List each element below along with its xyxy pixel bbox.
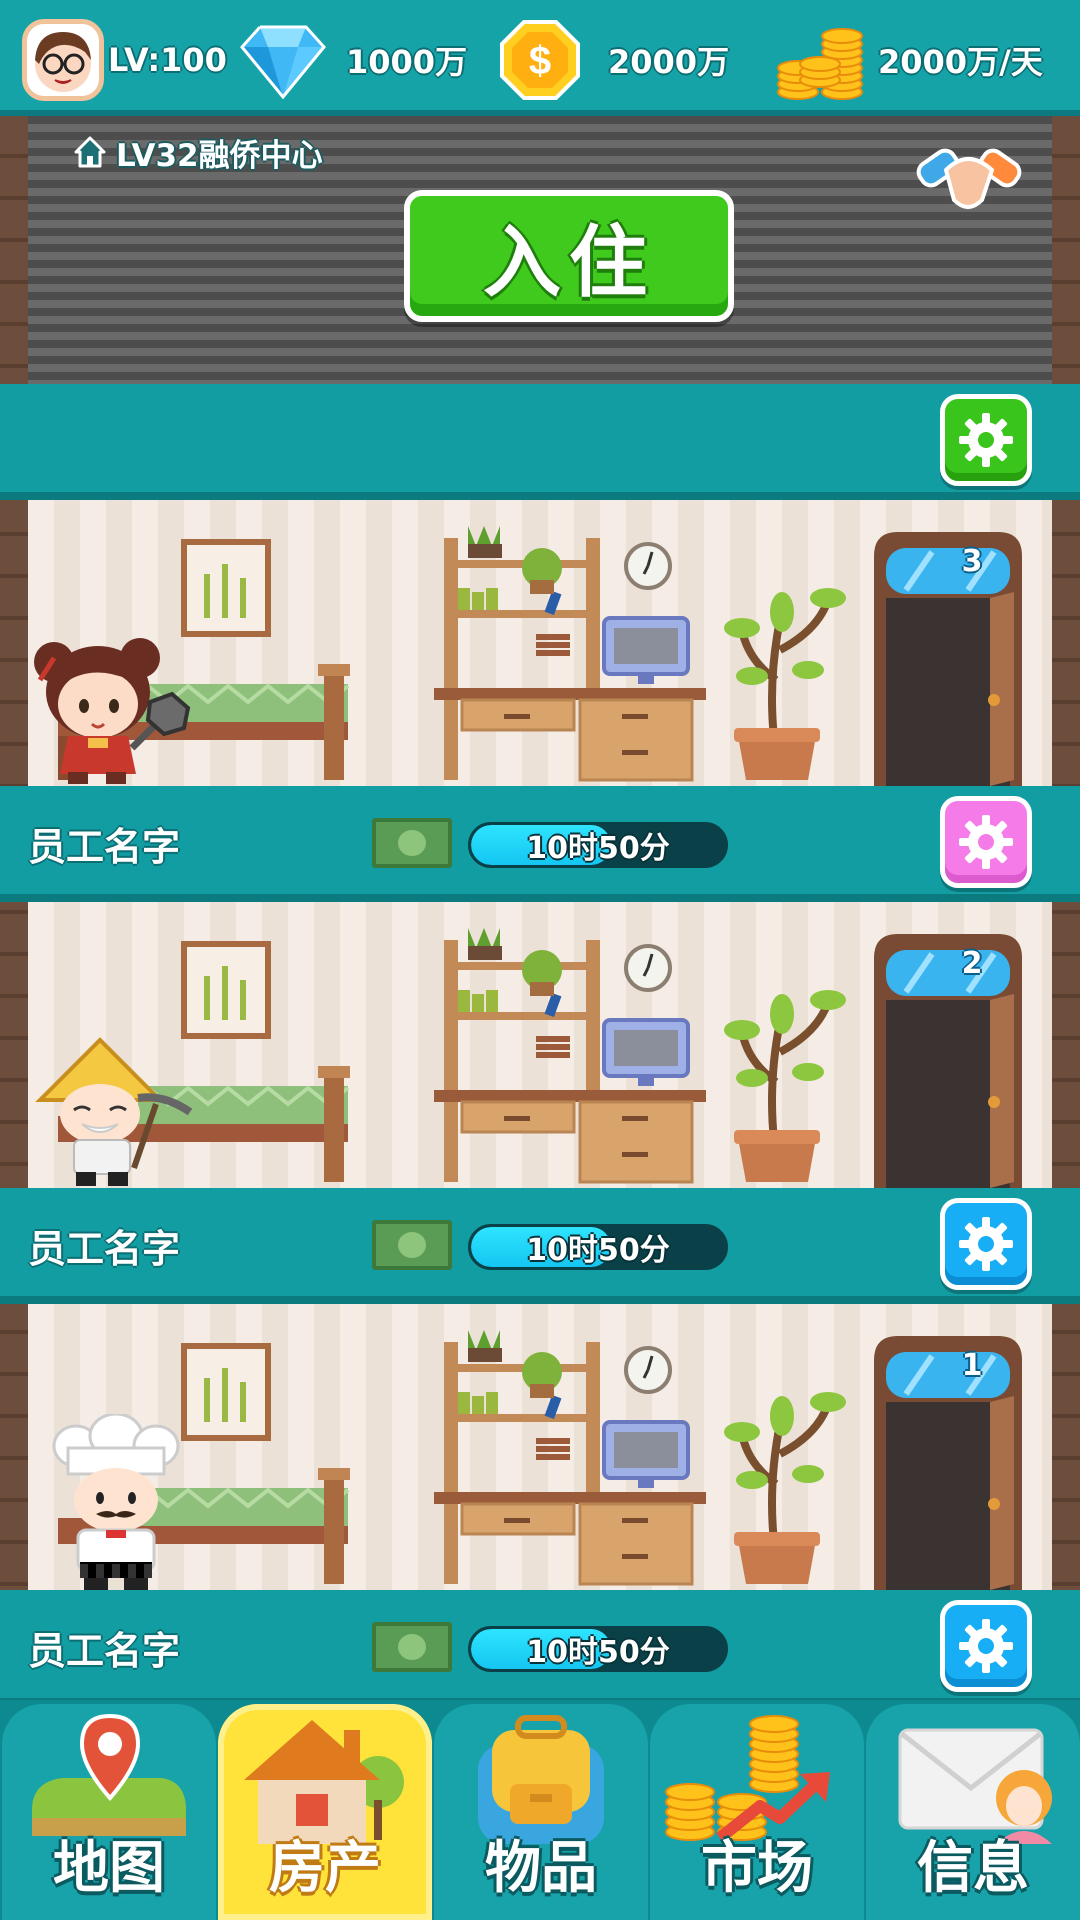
work-timer: 10时50分 <box>468 1224 728 1270</box>
income-rate: 2000万/天 <box>878 43 1043 81</box>
worker-girl-character[interactable] <box>32 628 192 784</box>
gear-icon <box>959 815 1013 869</box>
timer-text: 10时50分 <box>526 1635 670 1670</box>
diamond-icon <box>240 25 326 99</box>
handshake-icon[interactable] <box>916 130 1022 220</box>
diamond-counter[interactable]: 1000万 <box>240 18 467 102</box>
worker-name[interactable]: 员工名字 <box>28 1218 180 1273</box>
player-avatar[interactable] <box>22 19 104 101</box>
nav-label: 信息 <box>917 1836 1029 1901</box>
worker-oldman-character[interactable] <box>34 1028 204 1186</box>
nav-tab-info[interactable]: 信息 <box>866 1704 1080 1920</box>
nav-tab-market[interactable]: 市场 <box>650 1704 864 1920</box>
nav-tab-map[interactable]: 地图 <box>2 1704 216 1920</box>
coin-icon: $ <box>500 20 580 100</box>
nav-label: 地图 <box>53 1836 165 1901</box>
nav-label: 房产 <box>269 1836 381 1901</box>
work-timer: 10时50分 <box>468 822 728 868</box>
cash-icon <box>372 818 452 868</box>
building-settings-button[interactable] <box>940 394 1032 486</box>
player-level[interactable]: LV:100 <box>22 18 227 102</box>
level-text: LV:100 <box>108 41 227 79</box>
door-number: 1 <box>961 1348 983 1383</box>
roof-strip <box>0 384 1080 500</box>
work-timer: 10时50分 <box>468 1626 728 1672</box>
worker-name[interactable]: 员工名字 <box>28 816 180 871</box>
top-status-bar: LV:100 1000万 $ 2000万 2000万/天 <box>0 0 1080 116</box>
left-wall <box>0 116 28 1700</box>
gear-icon <box>959 1217 1013 1271</box>
cash-icon <box>372 1220 452 1270</box>
nav-tab-property[interactable]: 房产 <box>218 1704 432 1920</box>
building: LV32融侨中心 入住 3 员工名字 10时50分 2 员工名字 10时50分 … <box>0 116 1080 1706</box>
nav-label: 物品 <box>485 1836 597 1901</box>
door-number: 3 <box>961 544 983 579</box>
room-2-info-bar: 员工名字 10时50分 <box>0 1188 1080 1304</box>
coin-counter[interactable]: $ 2000万 <box>500 18 729 102</box>
room-3[interactable]: 3 <box>28 500 1052 786</box>
nav-label: 市场 <box>701 1836 813 1901</box>
building-title: LV32融侨中心 <box>72 130 323 174</box>
checkin-label: 入住 <box>482 218 655 308</box>
home-icon <box>74 136 106 168</box>
coin-count: 2000万 <box>608 43 730 81</box>
timer-text: 10时50分 <box>526 831 670 866</box>
worker-name[interactable]: 员工名字 <box>28 1620 180 1675</box>
svg-text:$: $ <box>529 39 551 83</box>
cash-icon <box>372 1622 452 1672</box>
room-3-settings-button[interactable] <box>940 796 1032 888</box>
room-3-info-bar: 员工名字 10时50分 <box>0 786 1080 902</box>
checkin-button[interactable]: 入住 <box>404 190 734 322</box>
building-name: LV32融侨中心 <box>116 137 323 174</box>
nav-tab-items[interactable]: 物品 <box>434 1704 648 1920</box>
room-2[interactable]: 2 <box>28 902 1052 1188</box>
room-1-info-bar: 员工名字 10时50分 <box>0 1590 1080 1706</box>
bottom-navigation: 地图 房产 物品 市场 信息 <box>0 1700 1080 1920</box>
room-1[interactable]: 1 <box>28 1304 1052 1590</box>
diamond-count: 1000万 <box>346 43 468 81</box>
gear-icon <box>959 1619 1013 1673</box>
worker-chef-character[interactable] <box>52 1414 182 1590</box>
building-roof: LV32融侨中心 入住 <box>28 116 1052 384</box>
income-counter[interactable]: 2000万/天 <box>776 18 1043 102</box>
room-1-settings-button[interactable] <box>940 1600 1032 1692</box>
gear-icon <box>959 413 1013 467</box>
right-wall <box>1052 116 1080 1700</box>
coin-stack-icon <box>777 28 863 100</box>
door-number: 2 <box>961 946 983 981</box>
room-2-settings-button[interactable] <box>940 1198 1032 1290</box>
timer-text: 10时50分 <box>526 1233 670 1268</box>
